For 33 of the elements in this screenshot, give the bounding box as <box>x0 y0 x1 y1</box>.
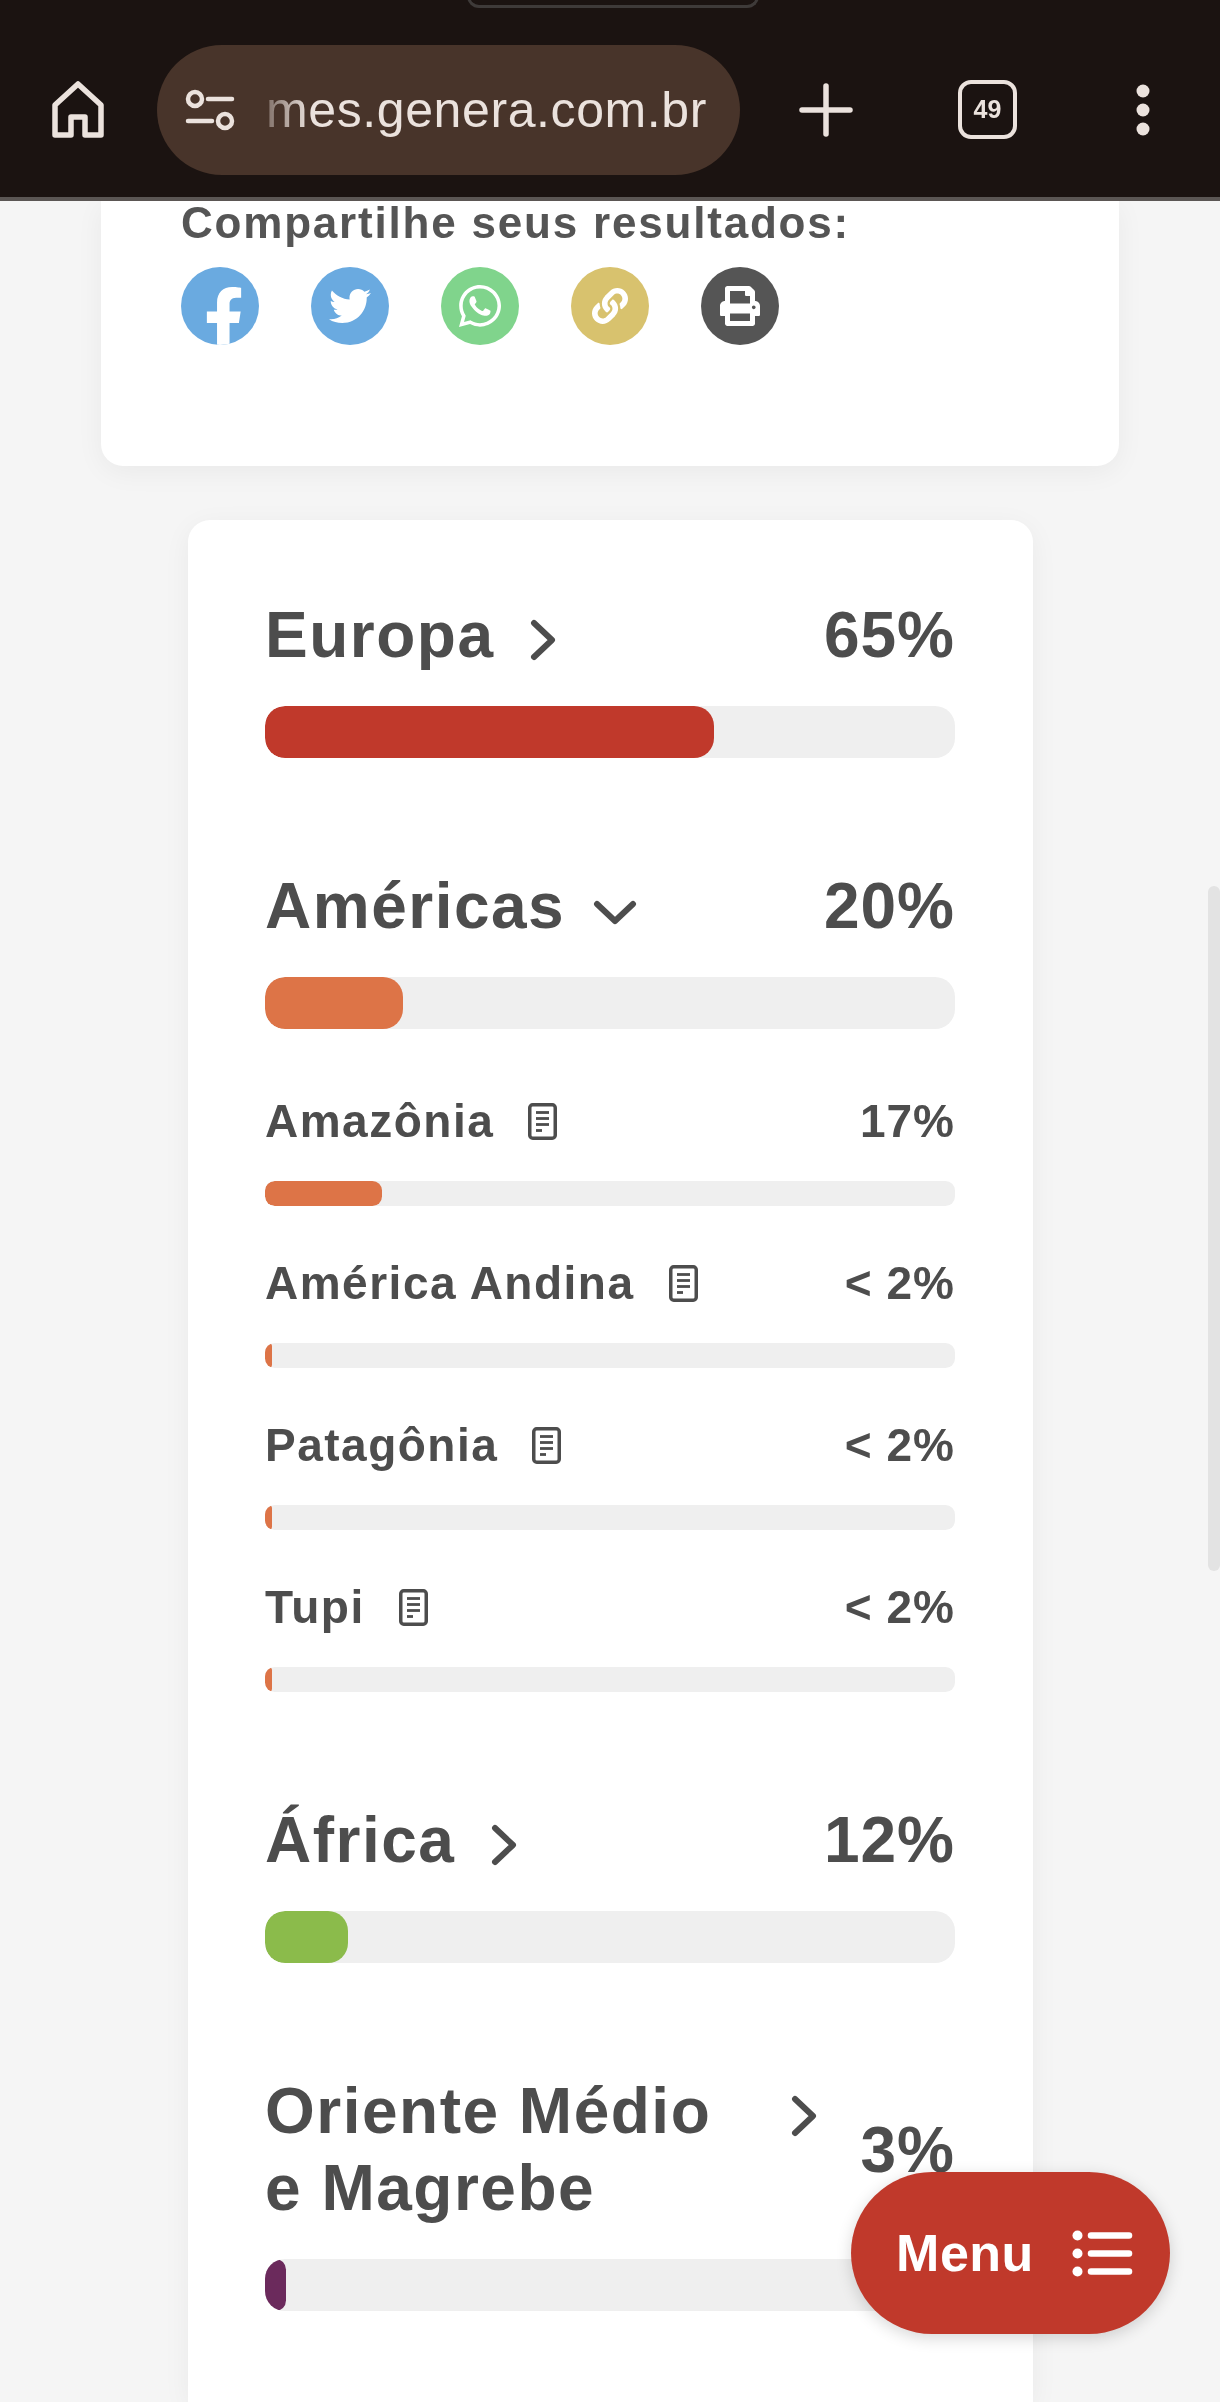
region-name: África <box>265 1803 456 1879</box>
home-icon[interactable] <box>51 80 105 139</box>
region-name: Américas <box>265 868 566 944</box>
floating-menu[interactable]: Menu <box>851 2172 1170 2334</box>
more-icon[interactable] <box>1135 83 1151 136</box>
subregion-percentage: < 2% <box>844 1580 955 1636</box>
subregion-name: Tupi <box>265 1580 365 1636</box>
chevron-right-icon[interactable] <box>490 1824 519 1867</box>
region-percentage: 65% <box>823 598 955 673</box>
subregion-percentage: < 2% <box>844 1255 955 1311</box>
document-icon[interactable] <box>532 1427 562 1465</box>
url-text: mes.genera.com.br <box>266 80 707 140</box>
region-name: Europa <box>265 598 495 673</box>
subregion-name: América Andina <box>265 1255 635 1311</box>
subregion-name: Amazônia <box>265 1093 495 1149</box>
list-icon <box>1071 2229 1133 2277</box>
subregion-name: Patagônia <box>265 1417 499 1473</box>
tune-icon[interactable] <box>185 88 235 131</box>
address-bar[interactable]: mes.genera.com.br <box>157 44 740 175</box>
tab-count-button[interactable]: 49 <box>958 80 1017 139</box>
region-name: Oriente Médio e Magrebe <box>265 2074 713 2226</box>
region-percentage: 12% <box>823 1803 955 1879</box>
document-icon[interactable] <box>528 1102 558 1140</box>
region-percentage: 20% <box>823 868 955 944</box>
document-icon[interactable] <box>398 1589 428 1627</box>
document-icon[interactable] <box>668 1264 698 1302</box>
subregion-percentage: < 2% <box>844 1417 955 1473</box>
chevron-right-icon[interactable] <box>529 619 558 661</box>
plus-icon[interactable] <box>799 82 853 137</box>
share-title: Compartilhe seus resultados: <box>181 201 851 245</box>
chevron-right-icon[interactable] <box>790 2095 818 2138</box>
subregion-percentage: 17% <box>859 1093 955 1149</box>
chevron-down-icon[interactable] <box>593 899 638 926</box>
